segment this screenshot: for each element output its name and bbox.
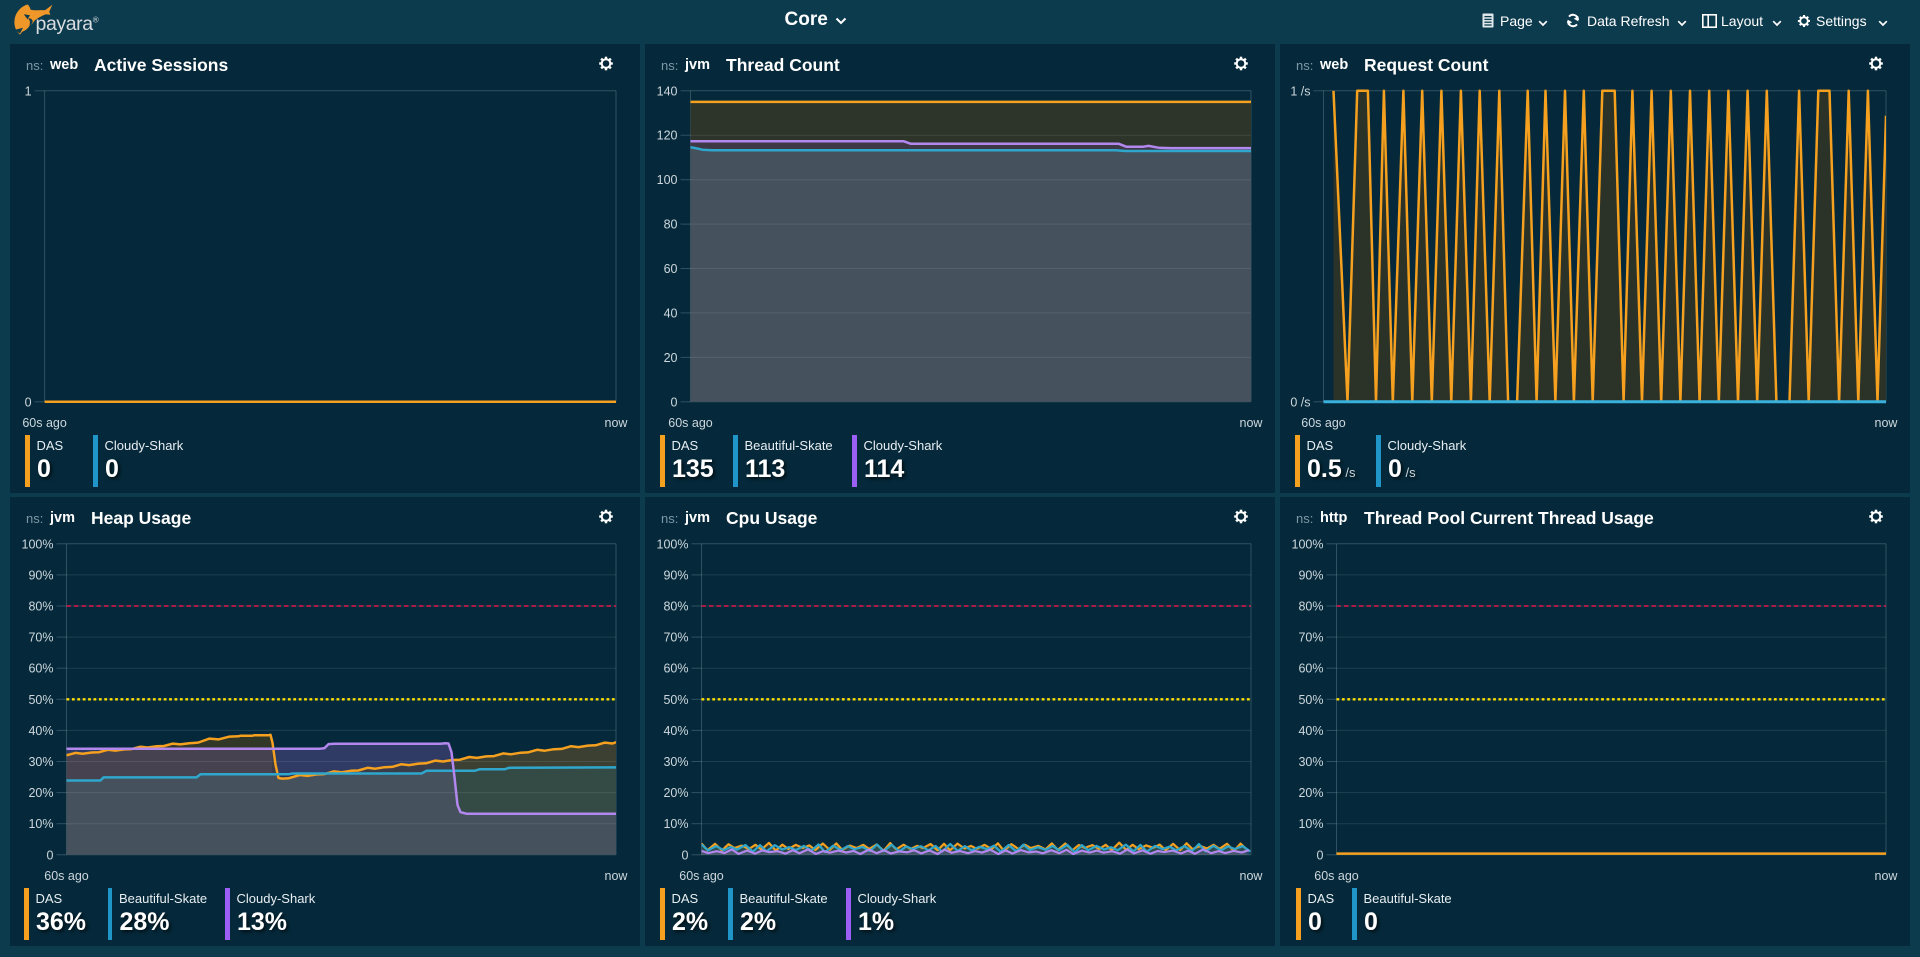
svg-text:now: now bbox=[605, 869, 629, 883]
svg-text:80%: 80% bbox=[663, 600, 688, 614]
svg-text:100%: 100% bbox=[1292, 537, 1324, 551]
svg-text:60s ago: 60s ago bbox=[22, 416, 67, 430]
svg-text:30%: 30% bbox=[1298, 755, 1323, 769]
svg-text:20: 20 bbox=[664, 351, 678, 365]
svg-text:60%: 60% bbox=[663, 662, 688, 676]
svg-text:50%: 50% bbox=[663, 693, 688, 707]
svg-text:70%: 70% bbox=[663, 631, 688, 645]
svg-text:0: 0 bbox=[671, 395, 678, 409]
svg-text:now: now bbox=[1875, 416, 1899, 430]
svg-text:70%: 70% bbox=[28, 631, 53, 645]
svg-text:80%: 80% bbox=[1298, 600, 1323, 614]
svg-text:90%: 90% bbox=[1298, 568, 1323, 582]
svg-text:10%: 10% bbox=[663, 817, 688, 831]
svg-text:40%: 40% bbox=[1298, 724, 1323, 738]
svg-text:70%: 70% bbox=[1298, 631, 1323, 645]
svg-text:now: now bbox=[1875, 869, 1899, 883]
svg-text:50%: 50% bbox=[1298, 693, 1323, 707]
svg-text:0: 0 bbox=[47, 848, 54, 862]
svg-text:0: 0 bbox=[1317, 848, 1324, 862]
svg-text:60s ago: 60s ago bbox=[44, 869, 89, 883]
svg-text:120: 120 bbox=[657, 129, 678, 143]
svg-text:60s ago: 60s ago bbox=[1314, 869, 1359, 883]
svg-text:1 /s: 1 /s bbox=[1290, 84, 1310, 98]
svg-text:90%: 90% bbox=[28, 568, 53, 582]
svg-text:now: now bbox=[1240, 416, 1264, 430]
svg-text:0: 0 bbox=[25, 395, 32, 409]
svg-text:0 /s: 0 /s bbox=[1290, 395, 1310, 409]
svg-text:50%: 50% bbox=[28, 693, 53, 707]
svg-text:60s ago: 60s ago bbox=[668, 416, 713, 430]
svg-text:10%: 10% bbox=[28, 817, 53, 831]
svg-text:90%: 90% bbox=[663, 568, 688, 582]
svg-text:80: 80 bbox=[664, 218, 678, 232]
svg-text:40%: 40% bbox=[28, 724, 53, 738]
svg-text:40%: 40% bbox=[663, 724, 688, 738]
svg-text:0: 0 bbox=[682, 848, 689, 862]
svg-text:30%: 30% bbox=[28, 755, 53, 769]
svg-text:60s ago: 60s ago bbox=[679, 869, 724, 883]
svg-text:60%: 60% bbox=[28, 662, 53, 676]
svg-text:now: now bbox=[605, 416, 629, 430]
svg-text:20%: 20% bbox=[1298, 786, 1323, 800]
svg-text:40: 40 bbox=[664, 306, 678, 320]
svg-text:100%: 100% bbox=[657, 537, 689, 551]
svg-text:60s ago: 60s ago bbox=[1301, 416, 1346, 430]
svg-text:100: 100 bbox=[657, 173, 678, 187]
svg-text:1: 1 bbox=[25, 84, 32, 98]
svg-text:now: now bbox=[1240, 869, 1264, 883]
svg-text:60: 60 bbox=[664, 262, 678, 276]
svg-text:30%: 30% bbox=[663, 755, 688, 769]
svg-text:10%: 10% bbox=[1298, 817, 1323, 831]
svg-text:140: 140 bbox=[657, 84, 678, 98]
svg-text:100%: 100% bbox=[22, 537, 54, 551]
svg-text:60%: 60% bbox=[1298, 662, 1323, 676]
svg-text:20%: 20% bbox=[28, 786, 53, 800]
svg-text:20%: 20% bbox=[663, 786, 688, 800]
svg-text:80%: 80% bbox=[28, 600, 53, 614]
